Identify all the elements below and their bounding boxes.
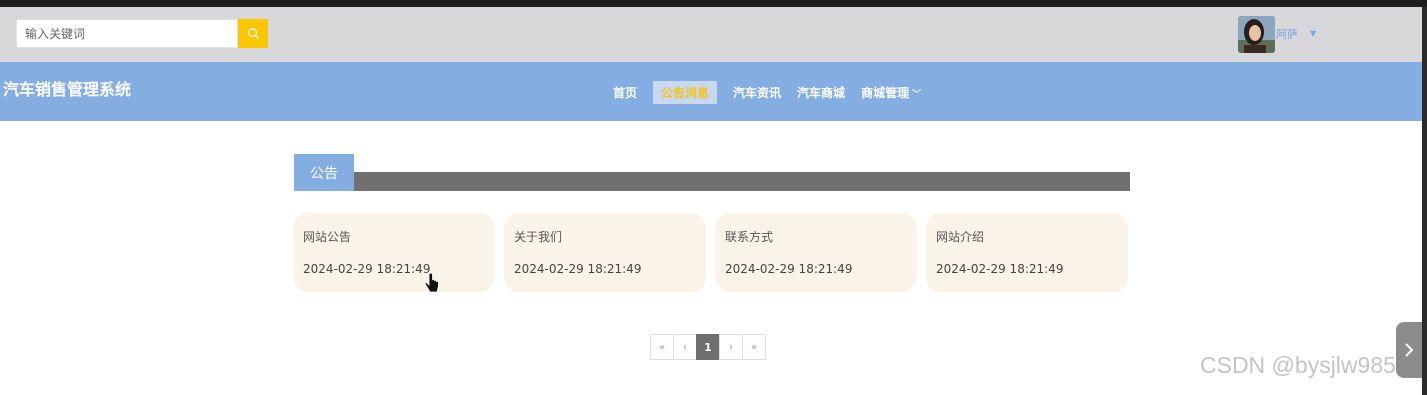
site-title: 汽车销售管理系统 (3, 80, 132, 99)
card-date: 2024-02-29 18:21:49 (303, 262, 431, 276)
top-bar: 阿萨 ▼ (0, 7, 1422, 62)
user-dropdown-caret-icon[interactable]: ▼ (1310, 29, 1316, 38)
nav-item-home[interactable]: 首页 (605, 81, 645, 104)
search-box (16, 19, 238, 48)
last-page-button[interactable]: » (742, 334, 766, 360)
nav-item-car-news[interactable]: 汽车资讯 (725, 81, 789, 104)
nav-item-car-mall[interactable]: 汽车商城 (789, 81, 853, 104)
page-number-button[interactable]: 1 (696, 334, 720, 360)
announcement-card[interactable]: 网站公告 2024-02-29 18:21:49 (293, 213, 495, 292)
announcement-card[interactable]: 网站介绍 2024-02-29 18:21:49 (926, 213, 1128, 292)
prev-page-button[interactable]: ‹ (673, 334, 697, 360)
nav-item-mall-management-label: 商城管理 (861, 85, 910, 100)
nav-item-mall-management[interactable]: 商城管理 ﹀ (853, 81, 929, 104)
card-date: 2024-02-29 18:21:49 (514, 262, 642, 276)
chevron-right-icon (1405, 343, 1414, 357)
announcement-card[interactable]: 关于我们 2024-02-29 18:21:49 (504, 213, 706, 292)
section-header: 公告 (294, 154, 1130, 191)
announcement-card[interactable]: 联系方式 2024-02-29 18:21:49 (715, 213, 917, 292)
main-navbar: 汽车销售管理系统 首页 公告消息 汽车资讯 汽车商城 商城管理 ﹀ (0, 62, 1422, 121)
card-title: 关于我们 (514, 230, 563, 244)
card-date: 2024-02-29 18:21:49 (936, 262, 1064, 276)
side-scroll-button[interactable] (1396, 322, 1422, 378)
window-top-edge (0, 0, 1427, 7)
window-right-edge (1422, 7, 1427, 395)
card-title: 网站介绍 (936, 230, 985, 244)
search-button[interactable] (238, 19, 268, 48)
next-page-button[interactable]: › (719, 334, 743, 360)
chevron-down-icon: ﹀ (912, 89, 922, 100)
hand-cursor-icon (424, 273, 439, 293)
pagination: « ‹ 1 › » (650, 334, 766, 360)
avatar-image (1238, 16, 1275, 53)
card-title: 联系方式 (725, 230, 774, 244)
avatar[interactable] (1238, 16, 1275, 53)
user-name[interactable]: 阿萨 (1276, 26, 1298, 42)
card-date: 2024-02-29 18:21:49 (725, 262, 853, 276)
first-page-button[interactable]: « (650, 334, 674, 360)
announcement-list: 网站公告 2024-02-29 18:21:49 关于我们 2024-02-29… (293, 213, 1128, 292)
section-title: 公告 (294, 154, 354, 191)
nav-menu: 首页 公告消息 汽车资讯 汽车商城 商城管理 ﹀ (605, 80, 929, 104)
nav-item-announcements[interactable]: 公告消息 (653, 80, 718, 104)
search-input[interactable] (17, 20, 237, 47)
card-title: 网站公告 (303, 230, 352, 244)
watermark: CSDN @bysjlw985 (1200, 352, 1396, 378)
section-divider-bar (354, 172, 1130, 191)
search-icon (247, 28, 259, 40)
